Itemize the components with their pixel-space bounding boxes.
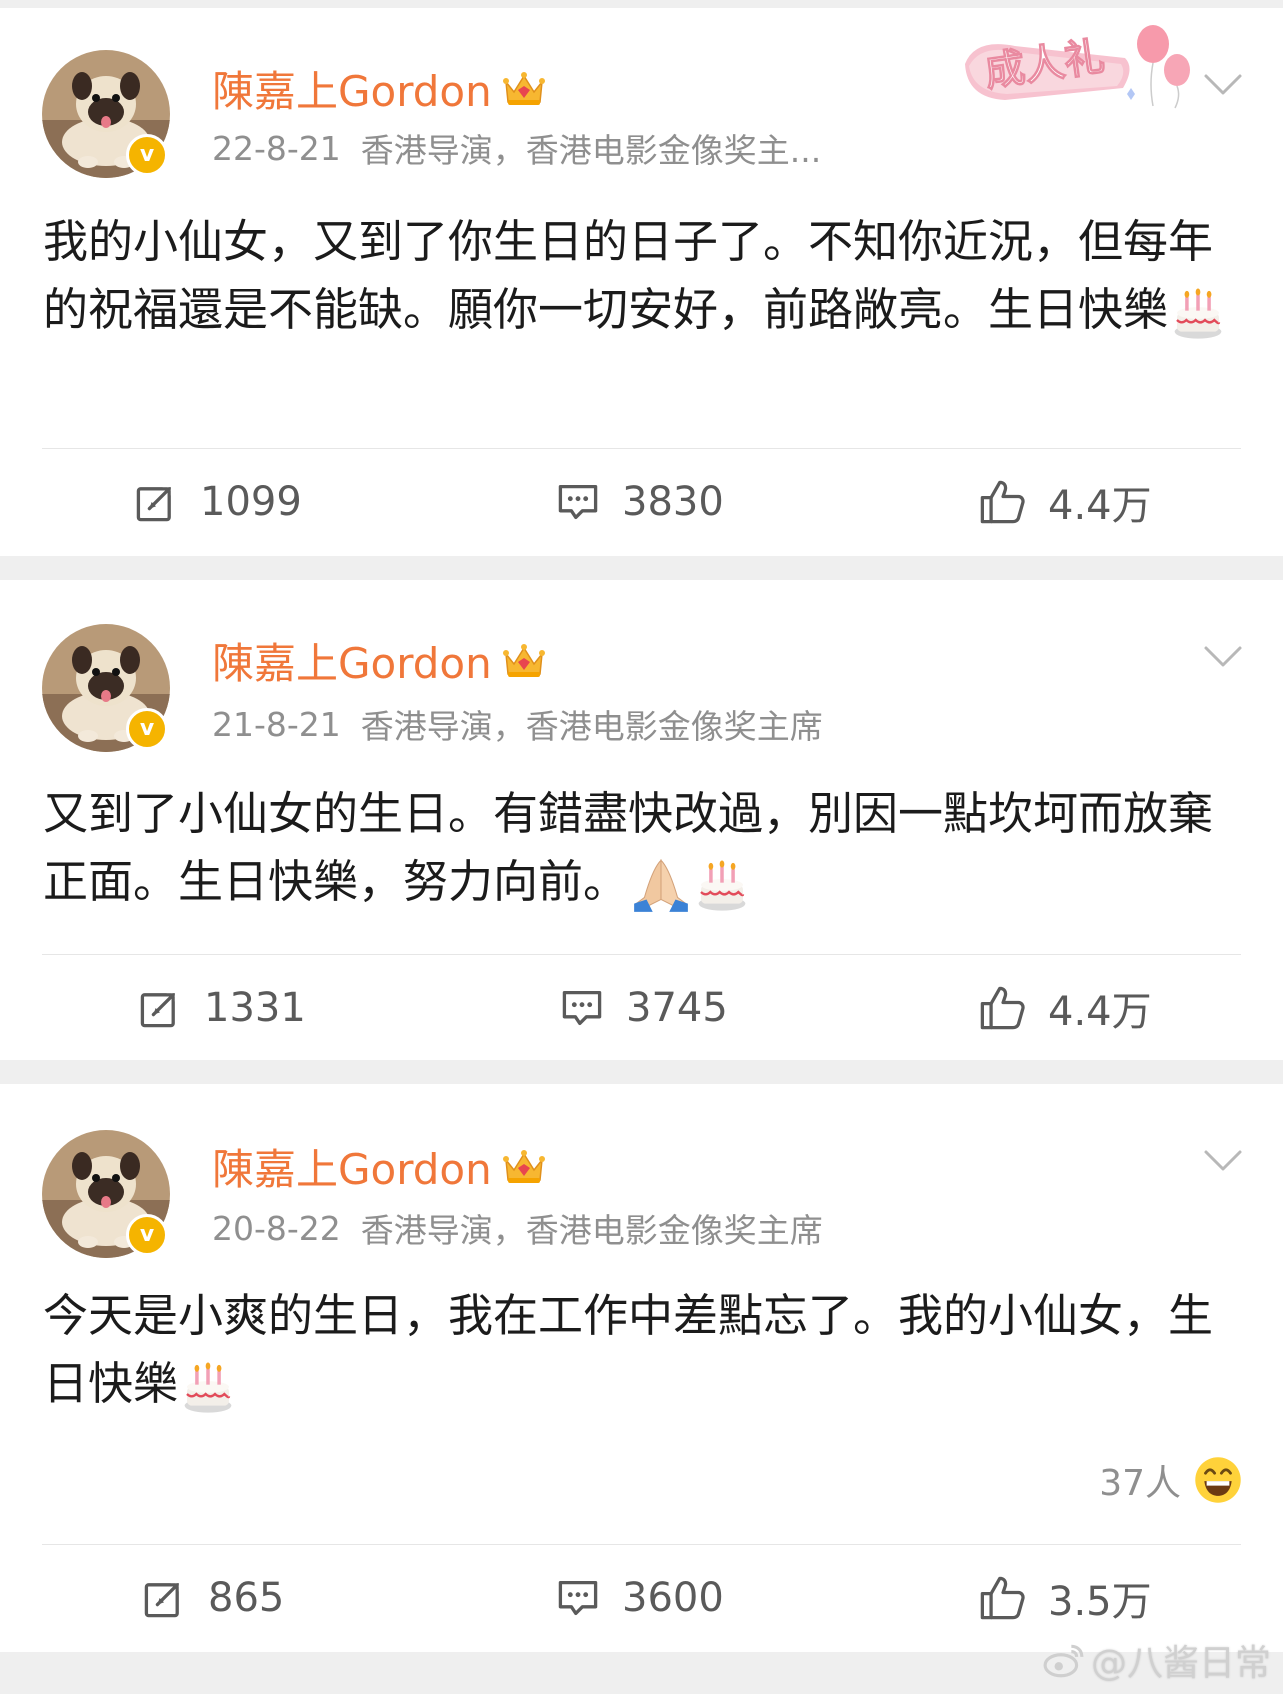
divider bbox=[42, 954, 1241, 955]
like-button[interactable]: 4.4万 bbox=[978, 472, 1152, 532]
divider bbox=[42, 1544, 1241, 1545]
thumbs-up-icon bbox=[978, 984, 1026, 1032]
action-bar: 1099 3830 4.4万 bbox=[0, 472, 1283, 532]
thumbs-up-icon bbox=[978, 1574, 1026, 1622]
like-count: 3.5万 bbox=[1048, 1579, 1152, 1625]
post-card: v 陳嘉上Gordon 21-8-21 香港导演，香港电影金像奖主席 又到了小仙… bbox=[0, 580, 1283, 1060]
folded-hands-icon bbox=[630, 856, 692, 914]
name-row: 陳嘉上Gordon bbox=[212, 60, 546, 116]
username[interactable]: 陳嘉上Gordon bbox=[212, 630, 492, 691]
like-count: 4.4万 bbox=[1048, 989, 1152, 1035]
reaction-summary[interactable]: 37人 bbox=[1099, 1450, 1243, 1510]
repost-button[interactable]: 865 bbox=[142, 1568, 284, 1628]
name-row: 陳嘉上Gordon bbox=[212, 1138, 546, 1194]
post-meta: 21-8-21 香港导演，香港电影金像奖主席 bbox=[212, 702, 823, 747]
post-body: 我的小仙女，又到了你生日的日子了。不知你近況，但每年的祝福還是不能缺。願你一切安… bbox=[43, 215, 1214, 336]
comment-count: 3600 bbox=[622, 1575, 724, 1621]
action-bar: 1331 3745 4.4万 bbox=[0, 978, 1283, 1038]
action-bar: 865 3600 3.5万 bbox=[0, 1568, 1283, 1628]
repost-button[interactable]: 1331 bbox=[138, 978, 306, 1038]
username[interactable]: 陳嘉上Gordon bbox=[212, 58, 492, 119]
post-body: 又到了小仙女的生日。有錯盡快改過，別因一點坎坷而放棄正面。生日快樂，努力向前。 bbox=[43, 787, 1214, 908]
repost-icon bbox=[142, 1576, 186, 1620]
post-text: 我的小仙女，又到了你生日的日子了。不知你近況，但每年的祝福還是不能缺。願你一切安… bbox=[43, 208, 1243, 344]
user-bio: 香港导演，香港电影金像奖主席 bbox=[360, 707, 823, 746]
repost-icon bbox=[134, 480, 178, 524]
repost-count: 1099 bbox=[200, 479, 302, 525]
reaction-count: 37人 bbox=[1099, 1463, 1181, 1504]
divider bbox=[42, 448, 1241, 449]
post-text: 又到了小仙女的生日。有錯盡快改過，別因一點坎坷而放棄正面。生日快樂，努力向前。 bbox=[43, 780, 1243, 916]
avatar[interactable]: v bbox=[42, 50, 170, 178]
comment-icon bbox=[556, 1576, 600, 1620]
post-date: 21-8-21 bbox=[212, 704, 341, 744]
post-meta: 20-8-22 香港导演，香港电影金像奖主席 bbox=[212, 1206, 823, 1251]
comment-icon bbox=[560, 986, 604, 1030]
crown-icon bbox=[502, 68, 546, 108]
post-text: 今天是小爽的生日，我在工作中差點忘了。我的小仙女，生日快樂 bbox=[43, 1282, 1243, 1418]
post-date: 20-8-22 bbox=[212, 1208, 341, 1248]
like-count: 4.4万 bbox=[1048, 483, 1152, 529]
thumbs-up-icon bbox=[978, 478, 1026, 526]
birthday-cake-icon bbox=[1170, 285, 1226, 341]
repost-count: 1331 bbox=[204, 985, 306, 1031]
watermark-text: @八酱日常 bbox=[1090, 1643, 1271, 1684]
avatar[interactable]: v bbox=[42, 624, 170, 752]
post-card: v 陳嘉上Gordon 20-8-22 香港导演，香港电影金像奖主席 今天是小爽… bbox=[0, 1084, 1283, 1652]
grinning-face-icon bbox=[1193, 1455, 1243, 1505]
like-button[interactable]: 4.4万 bbox=[978, 978, 1152, 1038]
crown-icon bbox=[502, 640, 546, 680]
birthday-cake-icon bbox=[180, 1359, 236, 1415]
chevron-down-icon[interactable] bbox=[1203, 644, 1243, 670]
verified-badge-icon: v bbox=[126, 1214, 168, 1256]
verified-badge-icon: v bbox=[126, 708, 168, 750]
watermark: @八酱日常 bbox=[1043, 1634, 1271, 1686]
chevron-down-icon[interactable] bbox=[1203, 72, 1243, 98]
comment-button[interactable]: 3745 bbox=[560, 978, 728, 1038]
coming-of-age-badge[interactable]: 成人礼 bbox=[955, 24, 1195, 114]
weibo-logo-icon bbox=[1043, 1642, 1085, 1678]
comment-button[interactable]: 3830 bbox=[556, 472, 724, 532]
repost-count: 865 bbox=[208, 1575, 285, 1621]
comment-icon bbox=[556, 480, 600, 524]
post-meta: 22-8-21 香港导演，香港电影金像奖主... bbox=[212, 126, 822, 171]
like-button[interactable]: 3.5万 bbox=[978, 1568, 1152, 1628]
chevron-down-icon[interactable] bbox=[1203, 1148, 1243, 1174]
comment-button[interactable]: 3600 bbox=[556, 1568, 724, 1628]
user-bio: 香港导演，香港电影金像奖主... bbox=[360, 131, 822, 170]
name-row: 陳嘉上Gordon bbox=[212, 632, 546, 688]
post-card: v 陳嘉上Gordon 22-8-21 香港导演，香港电影金像奖主... 成人礼… bbox=[0, 8, 1283, 556]
repost-icon bbox=[138, 986, 182, 1030]
user-bio: 香港导演，香港电影金像奖主席 bbox=[360, 1211, 823, 1250]
repost-button[interactable]: 1099 bbox=[134, 472, 302, 532]
username[interactable]: 陳嘉上Gordon bbox=[212, 1136, 492, 1197]
verified-badge-icon: v bbox=[126, 134, 168, 176]
crown-icon bbox=[502, 1146, 546, 1186]
comment-count: 3830 bbox=[622, 479, 724, 525]
post-date: 22-8-21 bbox=[212, 128, 341, 168]
birthday-cake-icon bbox=[694, 857, 750, 913]
comment-count: 3745 bbox=[626, 985, 728, 1031]
avatar[interactable]: v bbox=[42, 1130, 170, 1258]
